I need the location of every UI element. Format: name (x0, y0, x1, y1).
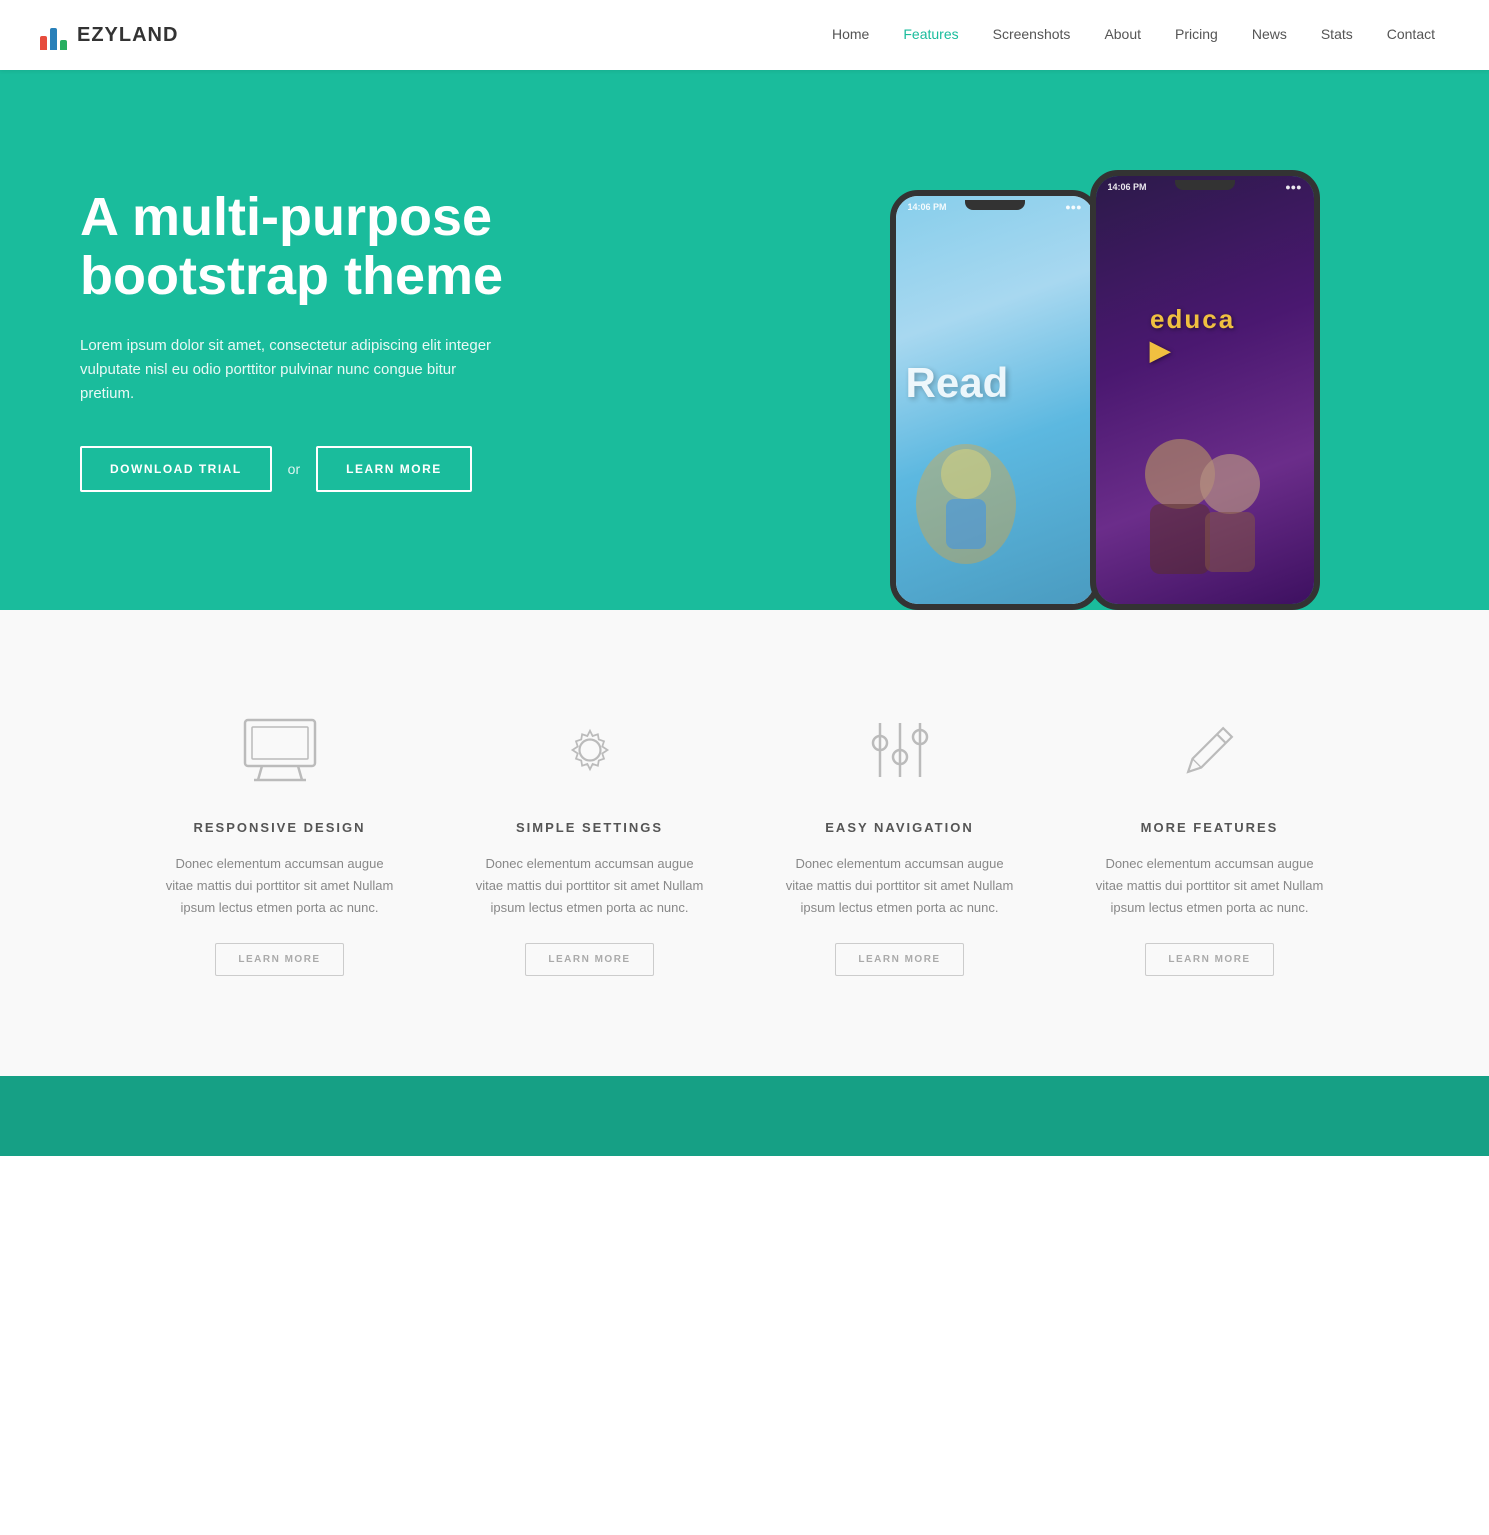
monitor-svg (240, 715, 320, 785)
gear-icon (545, 710, 635, 790)
hero-subtitle: Lorem ipsum dolor sit amet, consectetur … (80, 334, 500, 406)
nav-screenshots[interactable]: Screenshots (979, 18, 1085, 50)
hero-title: A multi-purpose bootstrap theme (80, 188, 580, 307)
feature-card-navigation: EASY NAVIGATION Donec elementum accumsan… (765, 690, 1035, 996)
sliders-svg (860, 715, 940, 785)
phone-right: 14:06 PM ●●● educa ▶ (1090, 170, 1320, 610)
hero-image-area: 14:06 PM ●●● Read 14:06 PM (690, 70, 1489, 610)
feature-btn-navigation[interactable]: LEARN MORE (835, 943, 963, 976)
nav-home[interactable]: Home (818, 18, 883, 50)
nav-stats[interactable]: Stats (1307, 18, 1367, 50)
feature-title-navigation: EASY NAVIGATION (785, 820, 1015, 835)
bottom-band (0, 1076, 1489, 1156)
nav-contact[interactable]: Contact (1373, 18, 1449, 50)
feature-card-settings: SIMPLE SETTINGS Donec elementum accumsan… (455, 690, 725, 996)
sliders-icon (855, 710, 945, 790)
features-section: RESPONSIVE DESIGN Donec elementum accums… (0, 610, 1489, 1076)
nav-about[interactable]: About (1090, 18, 1155, 50)
brand-logo[interactable]: EZYLAND (40, 20, 178, 50)
phone-right-screen: educa ▶ (1096, 176, 1314, 604)
phone-right-illustration (1130, 414, 1280, 594)
feature-title-settings: SIMPLE SETTINGS (475, 820, 705, 835)
hero-content: A multi-purpose bootstrap theme Lorem ip… (80, 188, 580, 493)
nav-links: Home Features Screenshots About Pricing … (818, 26, 1449, 44)
features-grid: RESPONSIVE DESIGN Donec elementum accums… (145, 690, 1345, 996)
nav-features[interactable]: Features (889, 18, 972, 50)
feature-desc-responsive: Donec elementum accumsan augue vitae mat… (165, 853, 395, 919)
learn-more-button[interactable]: LEARN MORE (316, 446, 472, 492)
gear-svg (550, 715, 630, 785)
download-trial-button[interactable]: DOWNLOAD TRIAL (80, 446, 272, 492)
nav-pricing[interactable]: Pricing (1161, 18, 1232, 50)
hero-or-text: or (288, 461, 300, 477)
pencil-svg (1170, 715, 1250, 785)
monitor-icon (235, 710, 325, 790)
brand-icon (40, 20, 67, 50)
hero-section: A multi-purpose bootstrap theme Lorem ip… (0, 70, 1489, 610)
phone-right-educa-text: educa ▶ (1150, 304, 1259, 366)
feature-btn-responsive[interactable]: LEARN MORE (215, 943, 343, 976)
phone-left-read-text: Read (906, 359, 1009, 407)
feature-desc-navigation: Donec elementum accumsan augue vitae mat… (785, 853, 1015, 919)
feature-card-more: MORE FEATURES Donec elementum accumsan a… (1075, 690, 1345, 996)
hero-buttons: DOWNLOAD TRIAL or LEARN MORE (80, 446, 580, 492)
phone-left-screen: Read (896, 196, 1094, 604)
phone-left: 14:06 PM ●●● Read (890, 190, 1100, 610)
brand-name: EZYLAND (77, 24, 178, 47)
navbar: EZYLAND Home Features Screenshots About … (0, 0, 1489, 70)
pencil-icon (1165, 710, 1255, 790)
feature-card-responsive: RESPONSIVE DESIGN Donec elementum accums… (145, 690, 415, 996)
nav-news[interactable]: News (1238, 18, 1301, 50)
feature-desc-more: Donec elementum accumsan augue vitae mat… (1095, 853, 1325, 919)
feature-title-more: MORE FEATURES (1095, 820, 1325, 835)
phone-left-status: 14:06 PM ●●● (896, 202, 1094, 212)
phones-mockup: 14:06 PM ●●● Read 14:06 PM (860, 90, 1340, 610)
feature-desc-settings: Donec elementum accumsan augue vitae mat… (475, 853, 705, 919)
feature-title-responsive: RESPONSIVE DESIGN (165, 820, 395, 835)
feature-btn-settings[interactable]: LEARN MORE (525, 943, 653, 976)
feature-btn-more[interactable]: LEARN MORE (1145, 943, 1273, 976)
phone-left-illustration (906, 424, 1026, 584)
phone-right-status: 14:06 PM ●●● (1096, 182, 1314, 192)
